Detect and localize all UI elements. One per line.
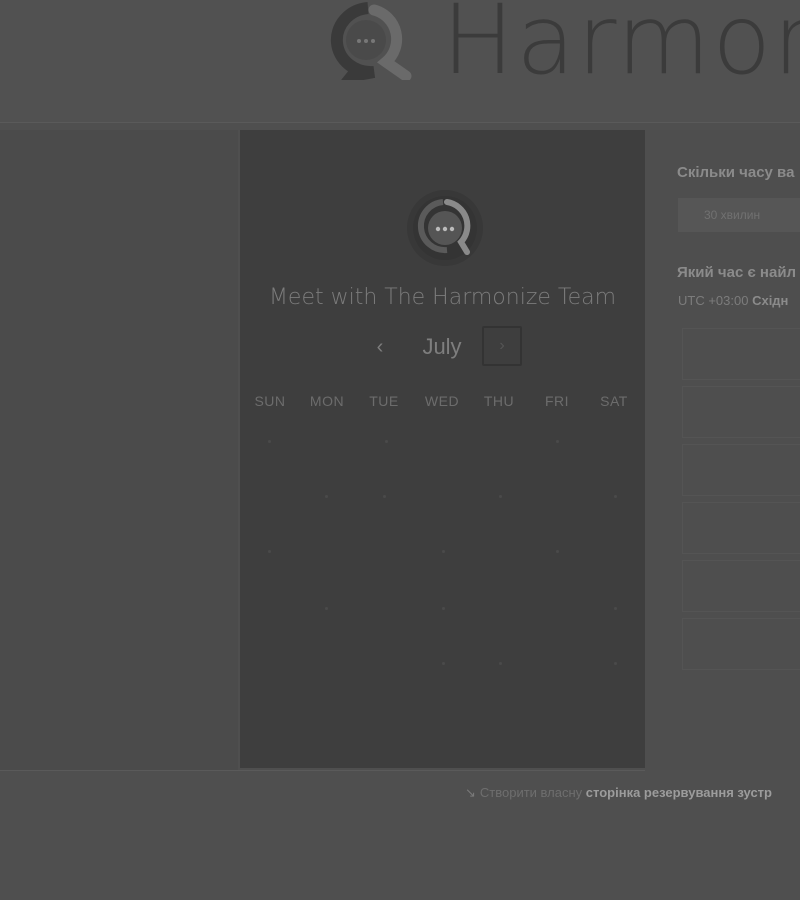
weekday-sun: SUN (254, 393, 286, 409)
weekday-tue: TUE (369, 393, 399, 409)
duration-question: Скільки часу ва (677, 164, 795, 181)
calendar-day-cell (442, 550, 445, 553)
footer-prefix: Створити власну (479, 785, 583, 800)
timezone-name: Східн (752, 293, 789, 308)
previous-month-button[interactable]: ‹ (368, 332, 392, 362)
calendar-day-cell (383, 495, 386, 498)
arrow-icon: ↘ (465, 785, 476, 800)
calendar-day-cell (268, 440, 271, 443)
month-label: July (422, 334, 462, 359)
calendar-day-cell (325, 607, 328, 610)
footer-link-text: сторінка резервування зустр (585, 785, 772, 800)
calendar-day-cell (614, 662, 617, 665)
weekday-thu: THU (483, 393, 515, 409)
calendar-day-cell (614, 607, 617, 610)
weekday-wed: WED (424, 393, 460, 409)
calendar-panel: Meet with The Harmonize Team ‹ July › SU… (240, 130, 645, 768)
brand-name: Harmon (442, 0, 800, 96)
calendar-day-cell (325, 495, 328, 498)
calendar-day-cell (442, 607, 445, 610)
time-slot[interactable] (682, 328, 800, 380)
calendar-day-cell (499, 495, 502, 498)
time-slot[interactable] (682, 560, 800, 612)
next-month-button[interactable]: › (482, 326, 522, 366)
weekday-header: SUN MON TUE WED THU FRI SAT (240, 393, 645, 413)
team-logo-icon (407, 190, 483, 266)
calendar-day-cell (499, 662, 502, 665)
footer: ↘ Створити власну сторінка резервування з… (0, 771, 800, 900)
timezone-offset: UTC +03:00 (678, 293, 749, 308)
calendar-day-cell (614, 495, 617, 498)
calendar-day-cell (268, 550, 271, 553)
header: Harmon (0, 0, 800, 122)
calendar-day-cell (442, 662, 445, 665)
duration-option-30min[interactable]: 30 хвилин (678, 198, 800, 232)
create-booking-page-link[interactable]: ↘ Створити власну сторінка резервування з… (465, 785, 772, 801)
time-question: Який час є найл (677, 264, 797, 281)
weekday-fri: FRI (544, 393, 570, 409)
time-slot[interactable] (682, 386, 800, 438)
timezone-selector[interactable]: UTC +03:00 Східн (678, 293, 788, 308)
booking-panel: Скільки часу ва 30 хвилин Який час є най… (645, 130, 800, 770)
time-slot[interactable] (682, 444, 800, 496)
left-spacer (0, 130, 238, 770)
calendar-day-cell (556, 440, 559, 443)
calendar-day-cell (556, 550, 559, 553)
weekday-sat: SAT (600, 393, 628, 409)
header-divider (0, 122, 800, 123)
weekday-mon: MON (309, 393, 345, 409)
calendar-title: Meet with The Harmonize Team (268, 285, 617, 310)
calendar-day-cell (385, 440, 388, 443)
time-slot[interactable] (682, 502, 800, 554)
harmonize-logo-icon (330, 2, 412, 80)
month-navigation: ‹ July › (240, 326, 645, 370)
time-slot[interactable] (682, 618, 800, 670)
